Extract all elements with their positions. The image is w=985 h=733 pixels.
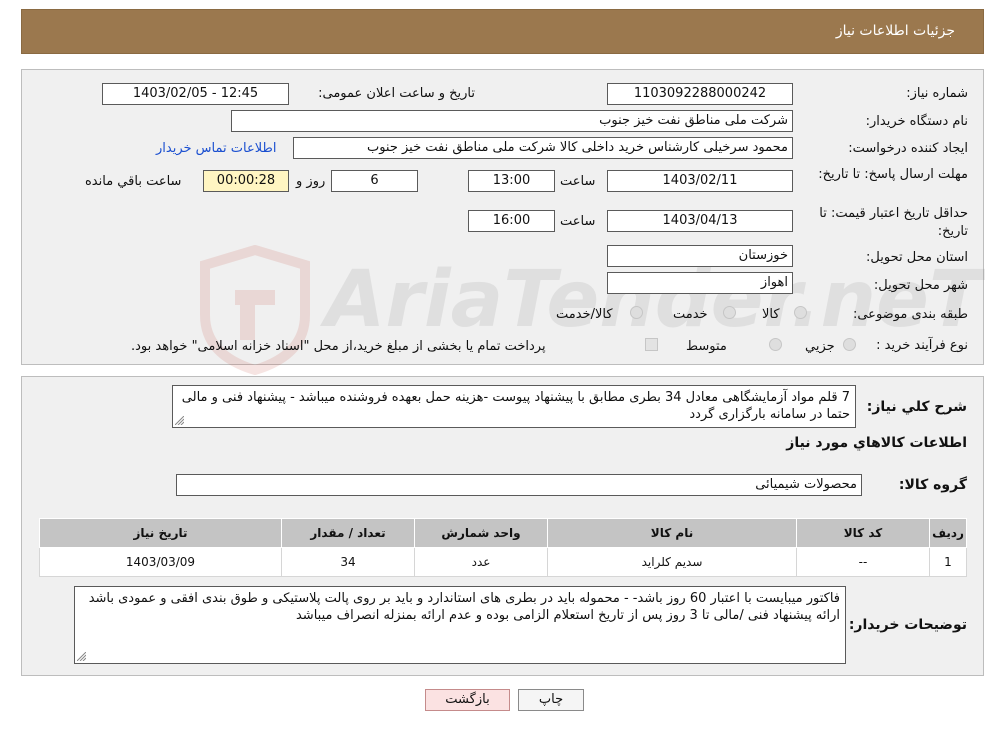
validity-time-field: 16:00 bbox=[468, 210, 555, 232]
table-header-row: ردیف کد کالا نام کالا واحد شمارش تعداد /… bbox=[39, 518, 967, 548]
category-option-goods: کالا bbox=[762, 307, 780, 322]
process-option-minor: جزیي bbox=[805, 339, 835, 354]
page-title: جزئیات اطلاعات نیاز bbox=[835, 23, 955, 39]
deadline-label: مهلت ارسال پاسخ: تا تاریخ: bbox=[818, 167, 968, 182]
payment-note: پرداخت تمام یا بخشی از مبلغ خرید،از محل … bbox=[131, 339, 546, 354]
category-radio-goods-service[interactable] bbox=[630, 306, 643, 319]
table-row: 1 -- سدیم کلراید عدد 34 1403/03/09 bbox=[39, 547, 967, 577]
col-item-code: کد کالا bbox=[796, 518, 930, 548]
city-label: شهر محل تحویل: bbox=[873, 278, 968, 293]
deadline-time-field: 13:00 bbox=[468, 170, 555, 192]
days-field: 6 bbox=[331, 170, 418, 192]
col-quantity: تعداد / مقدار bbox=[281, 518, 415, 548]
description-textarea[interactable]: 7 قلم مواد آزمایشگاهی معادل 34 بطری مطاب… bbox=[172, 385, 856, 428]
watermark-text: AriaTender.neT bbox=[325, 255, 983, 345]
process-radio-medium[interactable] bbox=[769, 338, 782, 351]
category-radio-goods[interactable] bbox=[794, 306, 807, 319]
deadline-date-field: 1403/02/11 bbox=[607, 170, 793, 192]
process-radio-minor[interactable] bbox=[843, 338, 856, 351]
process-option-medium: متوسط bbox=[686, 339, 727, 354]
announce-datetime-field: 1403/02/05 - 12:45 bbox=[102, 83, 289, 105]
need-number-field: 1103092288000242 bbox=[607, 83, 793, 105]
cell-quantity: 34 bbox=[281, 547, 415, 577]
need-number-label: شماره نیاز: bbox=[906, 86, 968, 101]
col-unit: واحد شمارش bbox=[414, 518, 548, 548]
remaining-time-field: 00:00:28 bbox=[203, 170, 289, 192]
page-header: جزئیات اطلاعات نیاز bbox=[21, 9, 984, 54]
category-option-service: خدمت bbox=[673, 307, 708, 322]
category-radio-service[interactable] bbox=[723, 306, 736, 319]
cell-item-name: سدیم کلراید bbox=[547, 547, 797, 577]
back-button[interactable]: بازگشت bbox=[425, 689, 510, 711]
city-field: اهواز bbox=[607, 272, 793, 294]
days-label: روز و bbox=[296, 174, 326, 189]
description-label: شرح کلي نياز: bbox=[866, 399, 967, 415]
validity-time-label: ساعت bbox=[560, 214, 596, 229]
province-field: خوزستان bbox=[607, 245, 793, 267]
resize-grip-icon bbox=[77, 652, 86, 661]
col-item-name: نام کالا bbox=[547, 518, 797, 548]
items-table: ردیف کد کالا نام کالا واحد شمارش تعداد /… bbox=[39, 518, 967, 577]
cell-row-number: 1 bbox=[929, 547, 967, 577]
buyer-notes-label: توضیحات خریدار: bbox=[848, 617, 967, 633]
goods-group-label: گروه کالا: bbox=[898, 477, 967, 493]
print-button[interactable]: چاپ bbox=[518, 689, 584, 711]
buyer-notes-text: فاکتور میبایست با اعتبار 60 روز باشد- - … bbox=[88, 591, 840, 623]
cell-item-code: -- bbox=[796, 547, 930, 577]
cell-need-date: 1403/03/09 bbox=[39, 547, 282, 577]
col-row-number: ردیف bbox=[929, 518, 967, 548]
buyer-notes-textarea[interactable]: فاکتور میبایست با اعتبار 60 روز باشد- - … bbox=[74, 586, 846, 664]
goods-info-title: اطلاعات کالاهاي مورد نياز bbox=[786, 435, 967, 451]
col-need-date: تاریخ نیاز bbox=[39, 518, 282, 548]
treasury-checkbox[interactable] bbox=[645, 338, 658, 351]
cell-unit: عدد bbox=[414, 547, 548, 577]
remaining-time-label: ساعت باقي مانده bbox=[85, 174, 182, 189]
category-label: طبقه بندی موضوعی: bbox=[852, 307, 968, 322]
description-text: 7 قلم مواد آزمایشگاهی معادل 34 بطری مطاب… bbox=[181, 390, 850, 422]
category-option-goods-service: کالا/خدمت bbox=[556, 307, 613, 322]
buyer-org-label: نام دستگاه خریدار: bbox=[865, 114, 968, 129]
creator-field: محمود سرخیلی کارشناس خرید داخلی کالا شرک… bbox=[293, 137, 793, 159]
buyer-contact-link[interactable]: اطلاعات تماس خریدار bbox=[156, 141, 276, 156]
validity-label: حداقل تاریخ اعتبار قیمت: تا تاریخ: bbox=[819, 206, 968, 239]
creator-label: ایجاد کننده درخواست: bbox=[848, 141, 968, 156]
buyer-org-field: شرکت ملی مناطق نفت خیز جنوب bbox=[231, 110, 793, 132]
announce-datetime-label: تاریخ و ساعت اعلان عمومی: bbox=[318, 86, 475, 101]
items-table-wrap: ردیف کد کالا نام کالا واحد شمارش تعداد /… bbox=[39, 518, 967, 577]
resize-grip-icon bbox=[175, 416, 184, 425]
process-label: نوع فرآیند خرید : bbox=[876, 338, 968, 353]
validity-date-field: 1403/04/13 bbox=[607, 210, 793, 232]
province-label: استان محل تحویل: bbox=[866, 250, 968, 265]
goods-group-field: محصولات شیمیائی bbox=[176, 474, 862, 496]
deadline-time-label: ساعت bbox=[560, 174, 596, 189]
